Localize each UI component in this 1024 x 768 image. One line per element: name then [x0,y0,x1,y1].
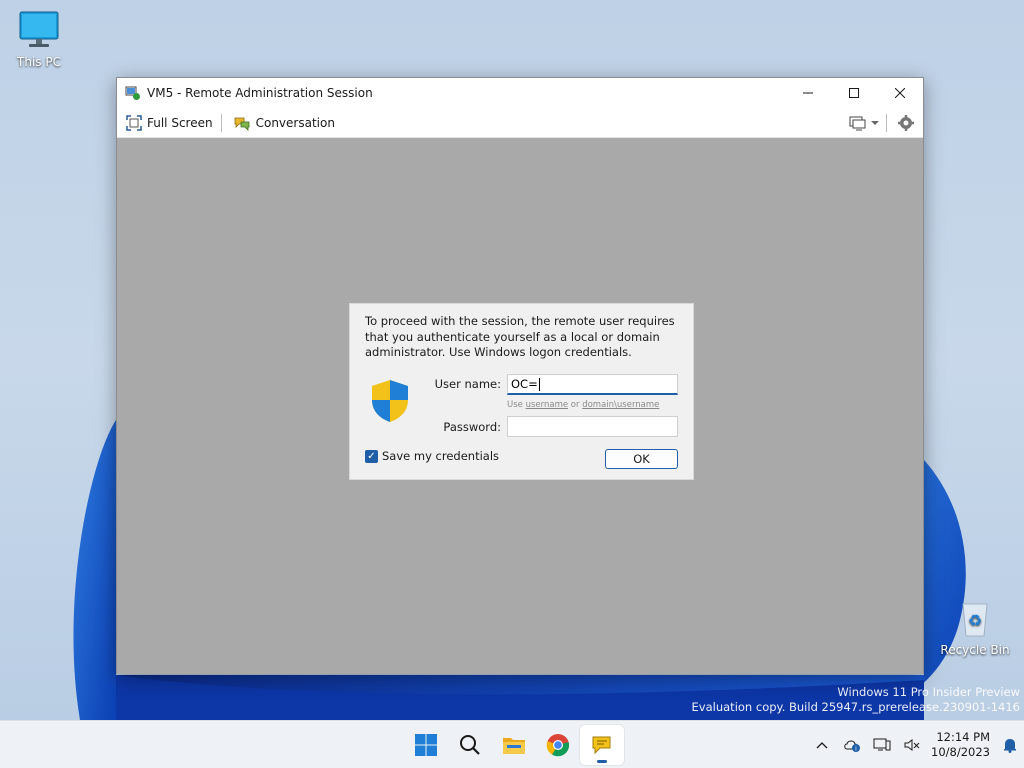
close-icon [895,88,905,98]
remote-admin-app-icon [125,85,141,101]
save-credentials-label: Save my credentials [382,449,500,463]
conversation-label: Conversation [255,115,335,130]
monitor-icon [19,11,59,47]
monitor-icon [873,738,891,751]
full-screen-icon [126,114,142,131]
conversation-button[interactable]: Conversation [224,108,341,138]
display-tray-button[interactable] [867,721,897,768]
full-screen-button[interactable]: Full Screen [117,108,219,138]
ok-button[interactable]: OK [605,449,678,469]
remote-admin-taskbar-button[interactable] [580,725,624,765]
uac-shield-icon [372,380,408,422]
system-tray: i 12:14 PM 10/8/2023 [807,721,1024,768]
clock-time: 12:14 PM [936,730,990,744]
desktop-icon-recycle-bin[interactable]: ♻ Recycle Bin [937,598,1013,657]
speaker-muted-icon [904,739,920,751]
username-field[interactable]: OC= [507,374,678,395]
remote-admin-app-icon [592,736,611,755]
username-hint: Use username or domain\username [507,400,659,410]
hint-text: or [568,400,583,410]
text-caret [538,378,540,391]
monitor-icon [849,116,866,131]
checkbox-checked-icon: ✓ [365,449,378,463]
toolbar-divider [220,113,222,132]
remote-session-window: VM5 - Remote Administration Session Full… [116,77,924,674]
title-bar[interactable]: VM5 - Remote Administration Session [117,78,923,108]
hint-text: Use [507,400,526,410]
volume-button[interactable] [897,721,927,768]
watermark-line: Windows 11 Pro Insider Preview [837,685,1020,699]
windows-watermark: Windows 11 Pro Insider Preview Evaluatio… [692,685,1020,715]
session-toolbar: Full Screen Conversation [117,108,923,138]
hint-domain-username: domain\username [582,400,660,410]
display-options-button[interactable] [848,115,866,131]
username-value: OC= [511,377,538,391]
taskbar: i 12:14 PM 10/8/2023 [0,720,1024,768]
clock-date: 10/8/2023 [931,745,990,759]
remote-viewport[interactable]: To proceed with the session, the remote … [117,138,923,674]
full-screen-label: Full Screen [147,115,213,130]
watermark-line: Evaluation copy. Build 25947.rs_prerelea… [691,700,1020,714]
minimize-button[interactable] [785,78,831,108]
search-icon [460,735,480,755]
cloud-info-icon: i [844,740,861,753]
close-button[interactable] [877,78,923,108]
settings-button[interactable] [897,114,915,132]
file-explorer-button[interactable] [492,725,536,765]
save-credentials-checkbox[interactable]: ✓ Save my credentials [365,449,499,463]
window-title: VM5 - Remote Administration Session [147,86,373,100]
chevron-up-icon [816,742,828,749]
bell-icon [1004,739,1016,753]
desktop-icon-label: This PC [17,55,61,69]
chrome-button[interactable] [536,725,580,765]
desktop-icon-label: Recycle Bin [940,643,1010,657]
maximize-button[interactable] [831,78,877,108]
desktop-icon-this-pc[interactable]: This PC [1,10,77,69]
windows-start-icon [415,734,437,756]
hint-username: username [525,400,569,410]
conversation-icon [234,117,249,131]
gear-icon [898,115,914,131]
svg-text:♻: ♻ [968,611,982,630]
start-button[interactable] [404,725,448,765]
password-field[interactable] [507,416,678,437]
display-dropdown-button[interactable] [870,118,880,128]
username-label: User name: [434,377,501,391]
notifications-button[interactable] [996,721,1024,768]
recycle-bin-icon: ♻ [962,603,988,637]
toolbar-divider [886,114,887,132]
maximize-icon [849,88,859,98]
search-button[interactable] [448,725,492,765]
file-explorer-icon [503,738,525,754]
network-status-button[interactable]: i [837,721,867,768]
chevron-down-icon [871,121,879,125]
minimize-icon [803,92,813,94]
password-label: Password: [443,420,501,434]
chrome-icon [546,734,570,757]
system-clock[interactable]: 12:14 PM 10/8/2023 [931,730,990,760]
show-hidden-icons-button[interactable] [807,721,837,768]
authentication-dialog: To proceed with the session, the remote … [349,303,694,480]
dialog-message: To proceed with the session, the remote … [365,314,675,359]
